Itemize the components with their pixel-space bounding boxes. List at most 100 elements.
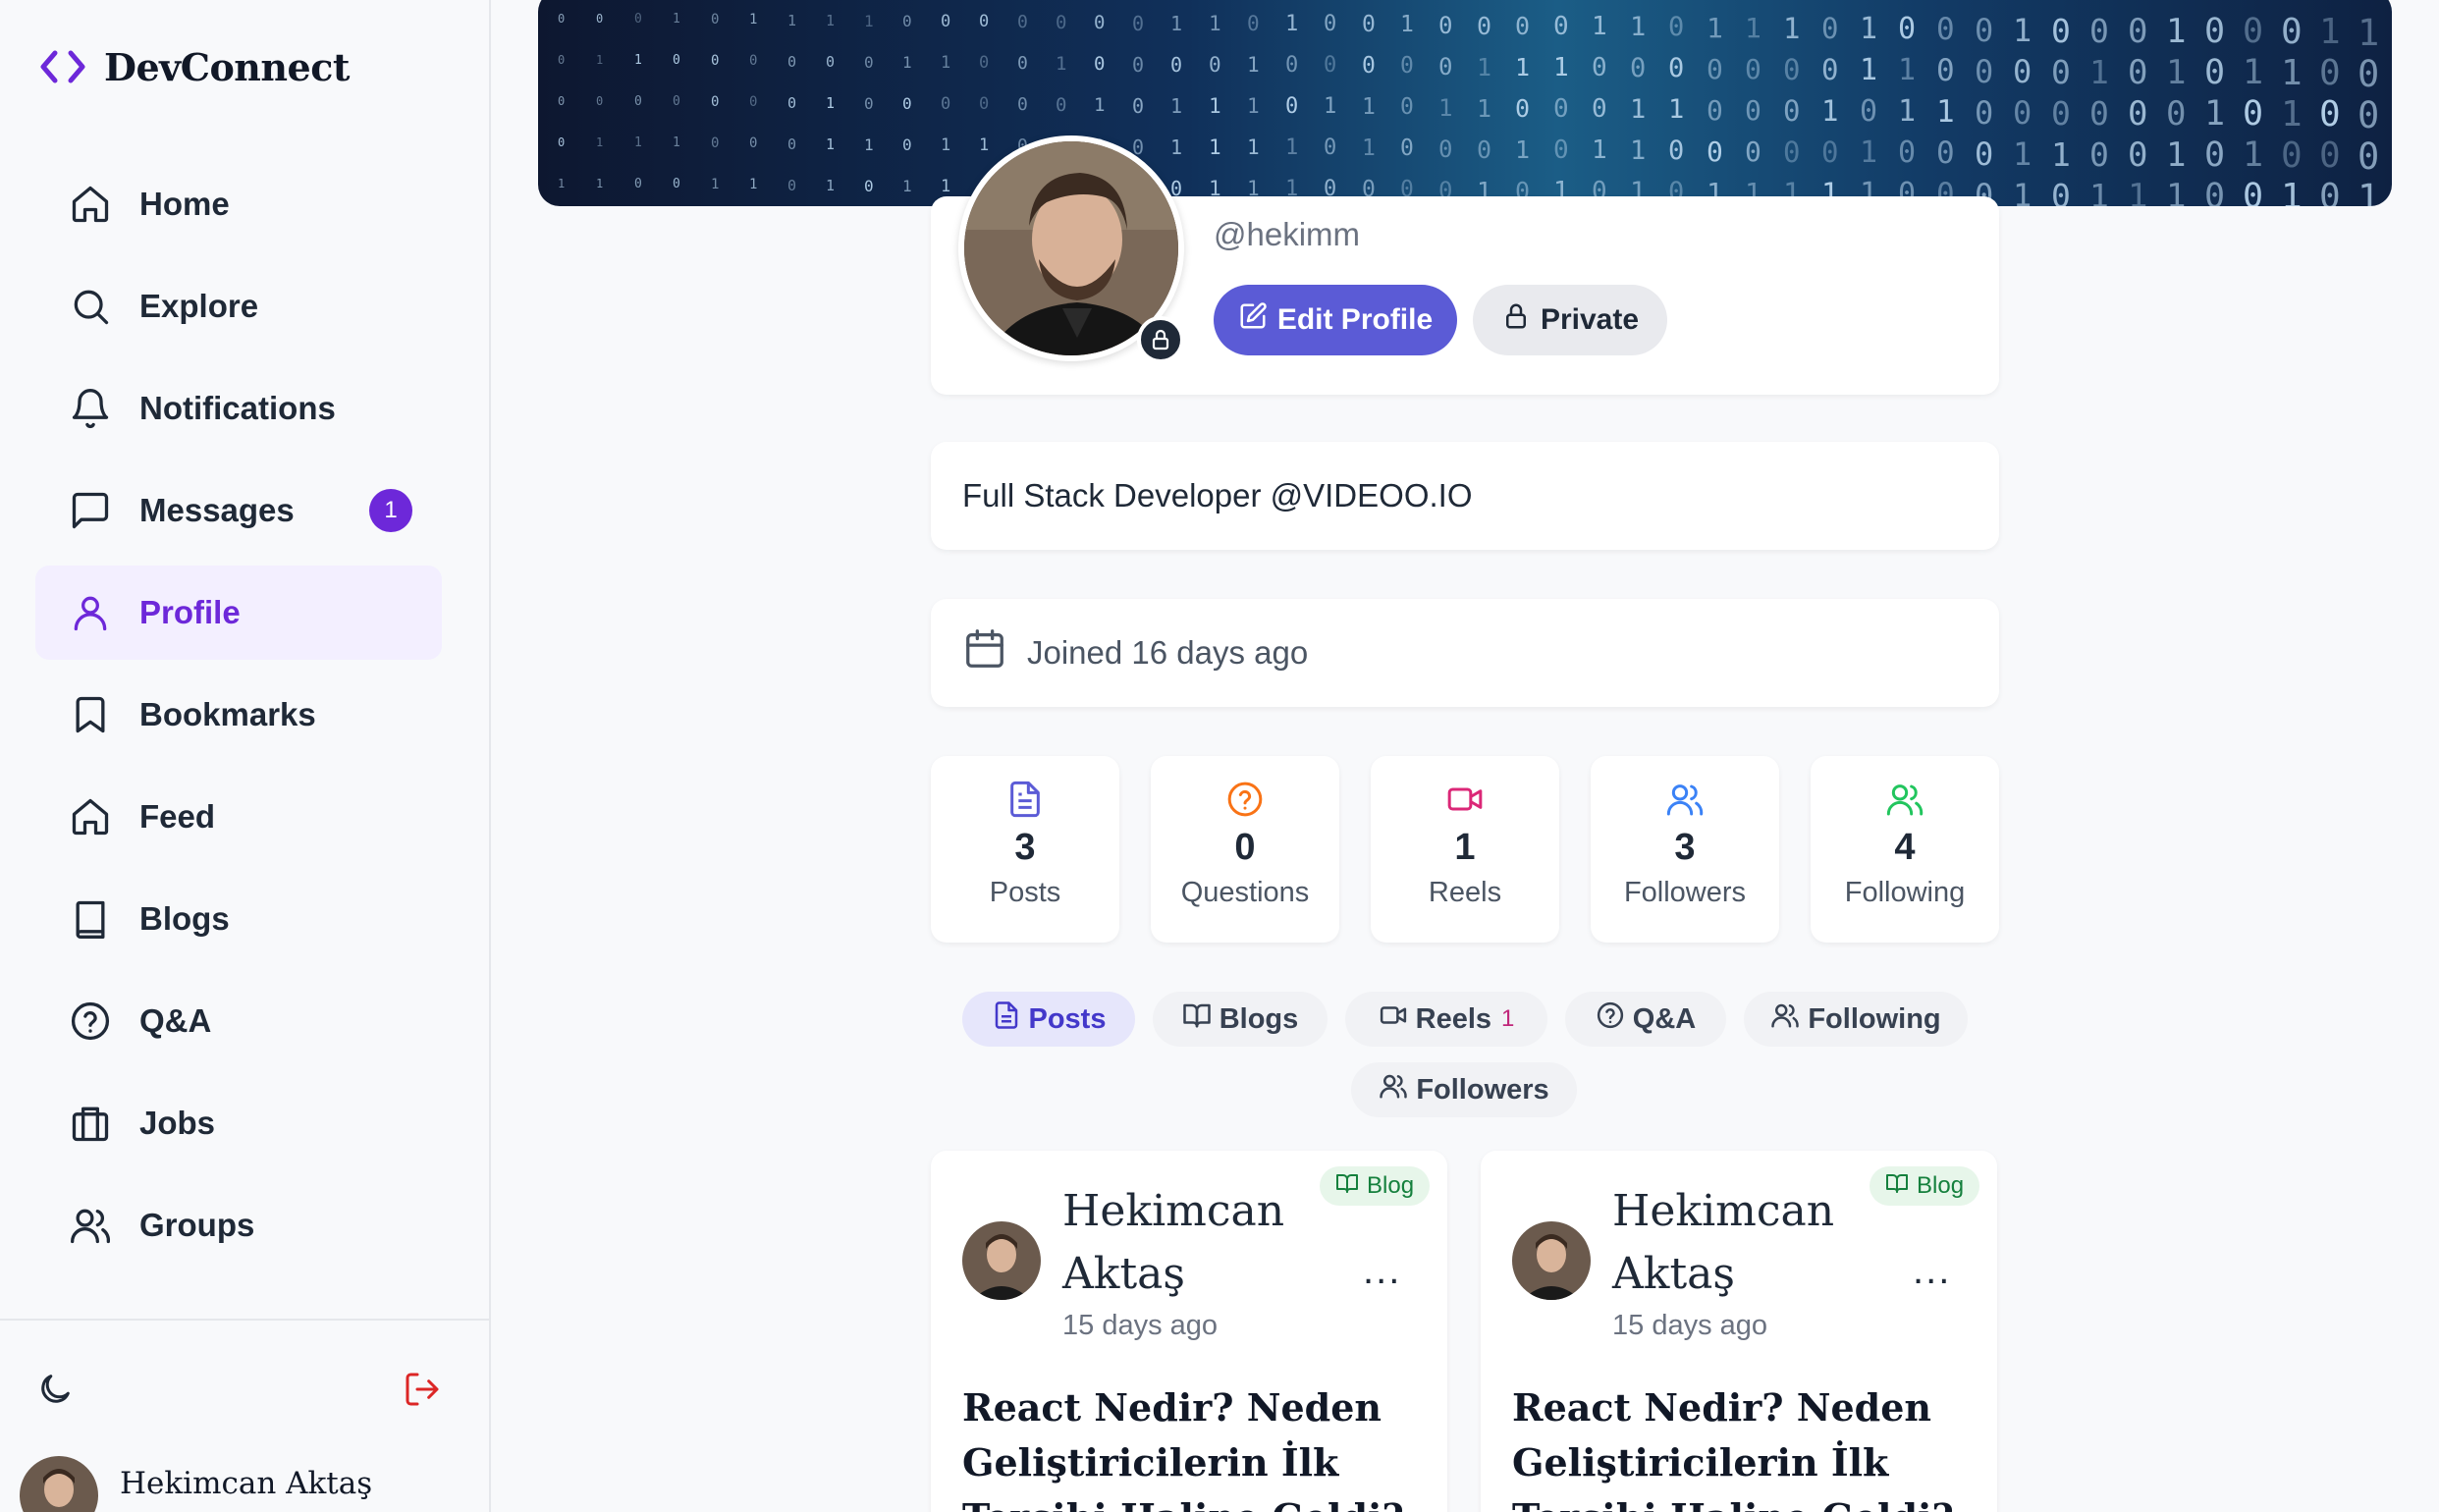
stat-label: Questions [1180, 877, 1310, 908]
post-time: 15 days ago [1612, 1310, 1768, 1341]
stat-label: Reels [1428, 877, 1502, 908]
privacy-label: Private [1540, 303, 1640, 336]
question-icon [1596, 1000, 1633, 1038]
tab-posts[interactable]: Posts [962, 992, 1135, 1047]
stat-following[interactable]: 4 Following [1811, 756, 1999, 943]
edit-profile-button[interactable]: Edit Profile [1214, 285, 1457, 355]
sidebar-item-label: Feed [139, 798, 216, 835]
more-options-icon[interactable]: ... [1913, 1249, 1951, 1293]
logout-icon[interactable] [403, 1370, 442, 1409]
file-icon [1005, 780, 1045, 819]
post-type-label: Blog [1367, 1172, 1415, 1199]
post-card[interactable]: Hekimcan Aktaş 15 days ago Blog ... Reac… [931, 1151, 1447, 1512]
lock-icon [1137, 316, 1184, 363]
post-title[interactable]: React Nedir? Neden Geliştiricilerin İlk … [962, 1380, 1434, 1512]
stat-reels[interactable]: 1 Reels [1371, 756, 1559, 943]
lock-icon [1501, 301, 1541, 339]
current-user[interactable]: Hekimcan Aktaş hekimm [20, 1456, 372, 1512]
file-icon [992, 1000, 1029, 1038]
current-user-name: Hekimcan Aktaş [120, 1466, 373, 1501]
users-icon [1665, 780, 1705, 819]
post-card[interactable]: Hekimcan Aktaş 15 days ago Blog ... Reac… [1481, 1151, 1997, 1512]
stat-value: 3 [1674, 827, 1696, 868]
sidebar-item-home[interactable]: Home [35, 157, 442, 251]
edit-profile-label: Edit Profile [1276, 303, 1434, 336]
brand-logo[interactable]: DevConnect [35, 39, 350, 94]
bio-text: Full Stack Developer @VIDEOO.IO [962, 477, 1473, 513]
tab-label: Blogs [1219, 1002, 1299, 1035]
tab-following[interactable]: Following [1744, 992, 1968, 1047]
home-icon [67, 181, 114, 228]
tab-followers[interactable]: Followers [1351, 1062, 1577, 1117]
sidebar: DevConnect Home Explore Notifications Me… [0, 0, 491, 1512]
stat-questions[interactable]: 0 Questions [1151, 756, 1339, 943]
sidebar-item-label: Jobs [139, 1105, 216, 1141]
avatar [962, 1221, 1041, 1300]
post-author[interactable]: Hekimcan Aktaş [1062, 1180, 1284, 1306]
question-icon [67, 998, 114, 1045]
video-icon [1445, 780, 1485, 819]
tab-reels[interactable]: Reels 1 [1345, 992, 1547, 1047]
privacy-button[interactable]: Private [1473, 285, 1667, 355]
calendar-icon [962, 626, 1027, 679]
post-type-badge: Blog [1870, 1166, 1980, 1206]
tab-blogs[interactable]: Blogs [1153, 992, 1328, 1047]
sidebar-item-label: Notifications [139, 390, 336, 426]
search-icon [67, 283, 114, 330]
avatar [1512, 1221, 1591, 1300]
sidebar-item-label: Bookmarks [139, 696, 316, 732]
users-icon [1885, 780, 1924, 819]
question-icon [1225, 780, 1265, 819]
current-user-handle: hekimm [120, 1507, 372, 1512]
home-icon [67, 793, 114, 840]
sidebar-nav: Home Explore Notifications Messages 1 Pr… [35, 157, 442, 1280]
tab-qa[interactable]: Q&A [1565, 992, 1726, 1047]
code-brackets-icon [35, 39, 90, 94]
sidebar-item-qa[interactable]: Q&A [35, 974, 442, 1068]
book-icon [67, 895, 114, 943]
tab-label: Posts [1028, 1002, 1107, 1035]
stat-followers[interactable]: 3 Followers [1591, 756, 1779, 943]
sidebar-item-jobs[interactable]: Jobs [35, 1076, 442, 1170]
stat-label: Followers [1623, 877, 1747, 908]
app-root: DevConnect Home Explore Notifications Me… [0, 0, 2439, 1512]
sidebar-item-label: Home [139, 186, 230, 222]
sidebar-item-label: Groups [139, 1207, 255, 1243]
sidebar-item-messages[interactable]: Messages 1 [35, 463, 442, 558]
stat-posts[interactable]: 3 Posts [931, 756, 1119, 943]
message-icon [67, 487, 114, 534]
stat-label: Following [1844, 877, 1966, 908]
post-type-badge: Blog [1320, 1166, 1431, 1206]
profile-banner: 0000101011010101001000001100011000010111… [538, 0, 2392, 206]
users-icon [67, 1202, 114, 1249]
briefcase-icon [67, 1100, 114, 1147]
joined-card: Joined 16 days ago [931, 599, 1999, 707]
tab-label: Reels [1415, 1002, 1492, 1035]
stat-value: 0 [1234, 827, 1256, 868]
binary-pattern: 0000101011010101001000001100011000010111… [558, 12, 2380, 206]
sidebar-item-profile[interactable]: Profile [35, 566, 442, 660]
sidebar-item-label: Explore [139, 288, 259, 324]
sidebar-item-explore[interactable]: Explore [35, 259, 442, 353]
sidebar-item-groups[interactable]: Groups [35, 1178, 442, 1272]
profile-handle: @hekimm [1214, 216, 1361, 252]
stat-value: 1 [1454, 827, 1476, 868]
sidebar-item-bookmarks[interactable]: Bookmarks [35, 668, 442, 762]
tab-label: Followers [1416, 1073, 1549, 1106]
sidebar-item-notifications[interactable]: Notifications [35, 361, 442, 456]
stat-value: 3 [1014, 827, 1036, 868]
unread-badge: 1 [369, 489, 412, 532]
post-author[interactable]: Hekimcan Aktaş [1612, 1180, 1834, 1306]
post-title[interactable]: React Nedir? Neden Geliştiricilerin İlk … [1512, 1380, 1983, 1512]
sidebar-item-blogs[interactable]: Blogs [35, 872, 442, 966]
moon-icon[interactable] [35, 1370, 75, 1409]
more-options-icon[interactable]: ... [1363, 1249, 1401, 1293]
sidebar-item-label: Profile [139, 594, 241, 630]
sidebar-item-feed[interactable]: Feed [35, 770, 442, 864]
edit-icon [1238, 301, 1277, 339]
stat-value: 4 [1894, 827, 1916, 868]
tab-count: 1 [1501, 1005, 1515, 1032]
avatar [20, 1456, 98, 1512]
sidebar-footer: Hekimcan Aktaş hekimm [0, 1319, 491, 1512]
sidebar-item-label: Q&A [139, 1002, 212, 1039]
